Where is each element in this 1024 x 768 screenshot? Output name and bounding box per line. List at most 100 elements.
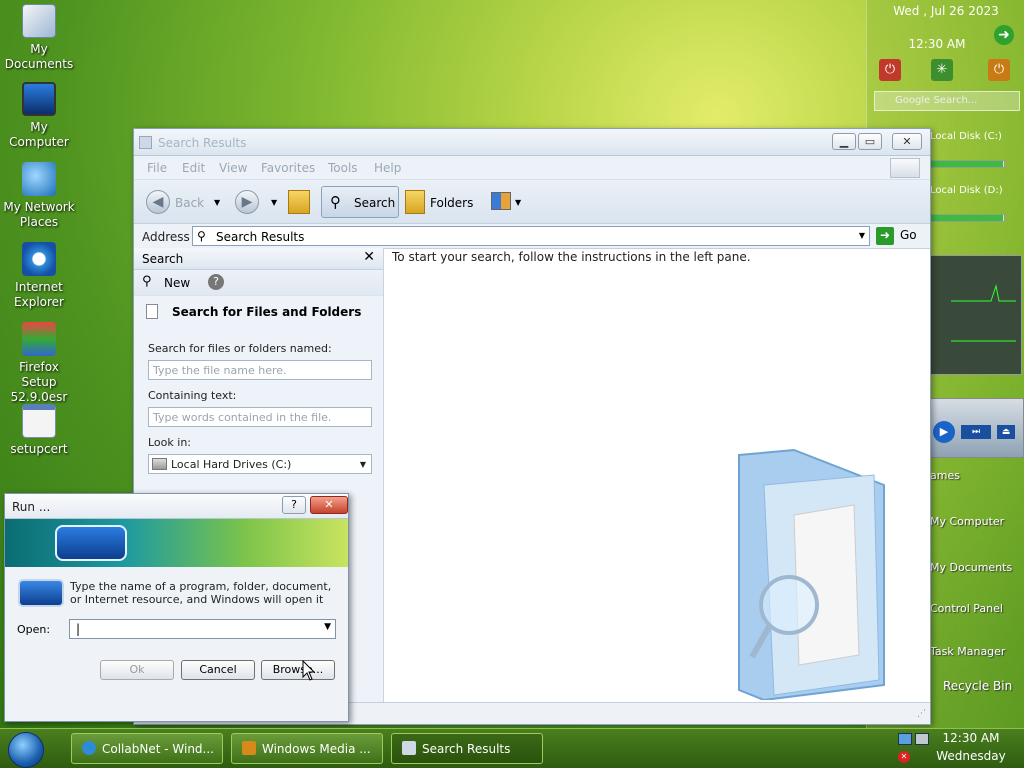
lookin-label: Look in: <box>148 436 191 449</box>
sleep-icon[interactable]: ✳ <box>931 59 953 81</box>
play-icon[interactable]: ▶ <box>933 421 955 443</box>
desktop-icon-label: Places <box>19 215 59 229</box>
back-button[interactable]: ◀ <box>146 190 170 214</box>
start-button[interactable] <box>8 732 44 768</box>
back-label[interactable]: Back <box>175 196 204 210</box>
resize-grip-icon[interactable]: ⋰ <box>917 709 926 719</box>
run-banner <box>5 519 348 567</box>
search-folder-illustration <box>738 448 885 700</box>
task-windows-media[interactable]: Windows Media ... <box>231 733 383 764</box>
sidebar-next-arrow-icon[interactable]: ➜ <box>994 25 1014 45</box>
menu-file[interactable]: File <box>147 161 167 175</box>
desktop-icon-label: My <box>30 42 48 56</box>
task-label: Windows Media ... <box>262 742 371 756</box>
search-section-title: Search for Files and Folders <box>172 305 362 319</box>
desktop-icon-internet-explorer[interactable]: Internet Explorer <box>0 242 78 310</box>
file-name-input[interactable]: Type the file name here. <box>148 360 372 380</box>
desktop-icon-my-computer[interactable]: My Computer <box>0 82 78 150</box>
clock-time: 12:30 AM <box>942 731 1000 745</box>
minimize-button[interactable]: ▁ <box>832 133 856 150</box>
up-folder-icon[interactable] <box>288 190 310 214</box>
my-documents-icon <box>22 4 56 38</box>
task-label: CollabNet - Wind... <box>102 742 214 756</box>
eject-icon[interactable]: ⏏ <box>997 425 1015 439</box>
search-window-icon <box>139 136 152 149</box>
help-icon[interactable]: ? <box>208 274 224 290</box>
my-computer-icon <box>22 82 56 116</box>
shutdown-icon[interactable]: ⏻ <box>879 59 901 81</box>
security-alert-icon[interactable]: ✕ <box>898 751 910 763</box>
desktop-icon-my-documents[interactable]: My Documents <box>0 4 78 72</box>
sidebar-media-player[interactable]: ▶ ⏭ ⏏ <box>930 398 1024 458</box>
run-browse-button[interactable]: Browse... <box>261 660 335 680</box>
next-track-icon[interactable]: ⏭ <box>961 425 991 439</box>
views-icon[interactable] <box>491 192 511 210</box>
back-dropdown-icon[interactable]: ▼ <box>214 198 220 207</box>
run-body: Type the name of a program, folder, docu… <box>5 567 348 721</box>
sidebar-link-task-manager[interactable]: Task Manager <box>930 645 1005 658</box>
new-search-row: ⚲ New ? <box>134 270 383 296</box>
folders-button[interactable]: Folders <box>430 196 473 210</box>
lookin-select[interactable]: Local Hard Drives (C:) ▼ <box>148 454 372 474</box>
sidebar-link-control-panel[interactable]: Control Panel <box>930 602 1003 615</box>
desktop-icon-setupcert[interactable]: setupcert <box>0 404 78 457</box>
run-help-button[interactable]: ? <box>282 496 306 514</box>
desktop-icon-firefox-setup[interactable]: Firefox Setup 52.9.0esr <box>0 322 78 405</box>
menu-help[interactable]: Help <box>374 161 401 175</box>
go-button[interactable]: ➜ Go <box>876 227 924 246</box>
desktop-icon-label: setupcert <box>10 442 68 456</box>
network-places-icon <box>22 162 56 196</box>
network-tray-icon[interactable] <box>898 733 912 745</box>
desktop-icon-network-places[interactable]: My Network Places <box>0 162 78 230</box>
views-dropdown-icon[interactable]: ▼ <box>515 198 521 207</box>
computer-tray-icon[interactable] <box>915 733 929 745</box>
close-pane-icon[interactable]: ✕ <box>363 249 375 265</box>
close-button[interactable]: ✕ <box>892 133 922 150</box>
run-ok-button[interactable]: Ok <box>100 660 174 680</box>
address-input[interactable]: ⚲ Search Results ▼ <box>192 226 870 246</box>
run-banner-logo-icon <box>55 525 127 561</box>
menu-view[interactable]: View <box>219 161 247 175</box>
run-cancel-button[interactable]: Cancel <box>181 660 255 680</box>
forward-button[interactable]: ▶ <box>235 190 259 214</box>
menu-edit[interactable]: Edit <box>182 161 205 175</box>
taskbar-clock[interactable]: 12:30 AM Wednesday <box>936 729 1006 764</box>
folders-icon <box>405 190 425 214</box>
desktop-icon-label: Explorer <box>14 295 64 309</box>
run-description: Type the name of a program, folder, docu… <box>70 580 332 606</box>
go-arrow-icon: ➜ <box>876 227 894 245</box>
address-dropdown-icon[interactable]: ▼ <box>859 231 865 240</box>
new-search-button[interactable]: New <box>164 276 190 290</box>
search-button[interactable]: ⚲ Search <box>321 186 399 218</box>
menu-favorites[interactable]: Favorites <box>261 161 315 175</box>
run-title-bar[interactable]: Run ... ? ✕ <box>5 494 348 519</box>
menu-tools[interactable]: Tools <box>328 161 358 175</box>
lookin-value: Local Hard Drives (C:) <box>171 458 292 471</box>
explorer-title-bar[interactable]: Search Results ▁ ▭ ✕ <box>134 129 930 156</box>
run-open-dropdown-icon[interactable]: ▼ <box>324 622 331 632</box>
forward-dropdown-icon[interactable]: ▼ <box>271 198 277 207</box>
setupcert-icon <box>22 404 56 438</box>
power-icon[interactable]: ⏻ <box>988 59 1010 81</box>
lookin-dropdown-icon[interactable]: ▼ <box>360 460 366 469</box>
containing-text-input[interactable]: Type words contained in the file. <box>148 407 372 427</box>
firefox-setup-icon <box>22 322 56 356</box>
sidebar-link-my-documents[interactable]: My Documents <box>930 561 1012 574</box>
search-pane-title: Search <box>142 252 184 266</box>
run-close-button[interactable]: ✕ <box>310 496 348 514</box>
task-search-results[interactable]: Search Results <box>391 733 543 764</box>
desktop-icon-label: 52.9.0esr <box>10 390 68 404</box>
sidebar-search-input[interactable]: Google Search... <box>874 91 1020 111</box>
sidebar-disk-c-label: Local Disk (C:) <box>930 131 1002 142</box>
sidebar-link-games[interactable]: ames <box>930 469 960 482</box>
maximize-button[interactable]: ▭ <box>858 133 882 150</box>
windows-logo-icon <box>890 158 920 178</box>
new-search-icon: ⚲ <box>142 274 152 289</box>
sidebar-link-my-computer[interactable]: My Computer <box>930 515 1004 528</box>
run-open-input[interactable]: | ▼ <box>69 619 336 639</box>
search-task-icon <box>402 741 416 755</box>
run-program-icon <box>18 579 64 607</box>
task-collabnet[interactable]: CollabNet - Wind... <box>71 733 223 764</box>
sidebar-disk-c-bar <box>930 160 1005 168</box>
sidebar-recycle-bin[interactable]: Recycle Bin <box>943 679 1012 693</box>
